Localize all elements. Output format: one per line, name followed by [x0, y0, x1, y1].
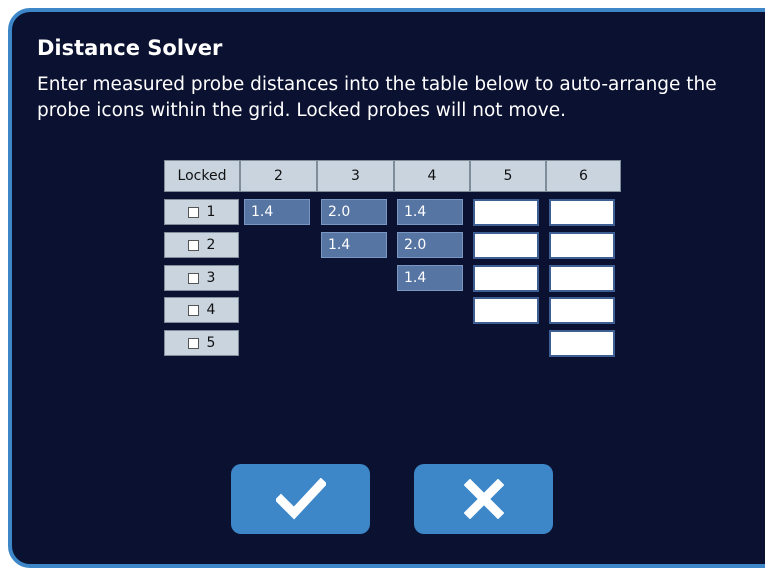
lock-toggle-probe-1[interactable]: 1 — [164, 199, 239, 225]
header-col-2: 2 — [240, 160, 317, 192]
distance-input-1-4[interactable] — [397, 199, 463, 225]
distance-input-3-5[interactable] — [473, 265, 539, 292]
distance-input-3-6[interactable] — [549, 265, 615, 292]
cancel-button[interactable] — [414, 464, 553, 534]
lock-checkbox[interactable] — [187, 239, 199, 251]
dialog-description: Enter measured probe distances into the … — [37, 74, 717, 121]
row-label: 5 — [206, 335, 216, 351]
header-locked: Locked — [164, 160, 240, 192]
row-label: 1 — [206, 204, 216, 220]
check-icon — [275, 478, 326, 520]
header-col-5: 5 — [470, 160, 546, 192]
confirm-button[interactable] — [231, 464, 370, 534]
lock-checkbox[interactable] — [187, 272, 199, 284]
distance-input-1-3[interactable] — [321, 199, 387, 225]
lock-toggle-probe-4[interactable]: 4 — [164, 297, 239, 323]
row-label: 4 — [206, 302, 216, 318]
distance-input-4-5[interactable] — [473, 297, 539, 324]
distance-input-1-5[interactable] — [473, 199, 539, 226]
distance-input-4-6[interactable] — [549, 297, 615, 324]
header-col-3: 3 — [317, 160, 394, 192]
row-label: 3 — [206, 270, 216, 286]
dialog-title: Distance Solver — [37, 36, 223, 60]
lock-checkbox[interactable] — [187, 337, 199, 349]
lock-checkbox[interactable] — [187, 206, 199, 218]
distance-input-1-2[interactable] — [244, 199, 310, 225]
distance-input-1-6[interactable] — [549, 199, 615, 226]
distance-input-2-5[interactable] — [473, 232, 539, 259]
distance-input-2-4[interactable] — [397, 232, 463, 258]
distance-input-5-6[interactable] — [549, 330, 615, 357]
distance-input-3-4[interactable] — [397, 265, 463, 291]
lock-toggle-probe-2[interactable]: 2 — [164, 232, 239, 258]
distance-input-2-6[interactable] — [549, 232, 615, 259]
close-icon — [463, 479, 504, 519]
header-col-4: 4 — [394, 160, 470, 192]
lock-checkbox[interactable] — [187, 304, 199, 316]
distance-input-2-3[interactable] — [321, 232, 387, 258]
row-label: 2 — [206, 237, 216, 253]
lock-toggle-probe-5[interactable]: 5 — [164, 330, 239, 356]
distance-solver-dialog: Distance Solver Enter measured probe dis… — [8, 8, 765, 568]
lock-toggle-probe-3[interactable]: 3 — [164, 265, 239, 291]
header-col-6: 6 — [546, 160, 621, 192]
